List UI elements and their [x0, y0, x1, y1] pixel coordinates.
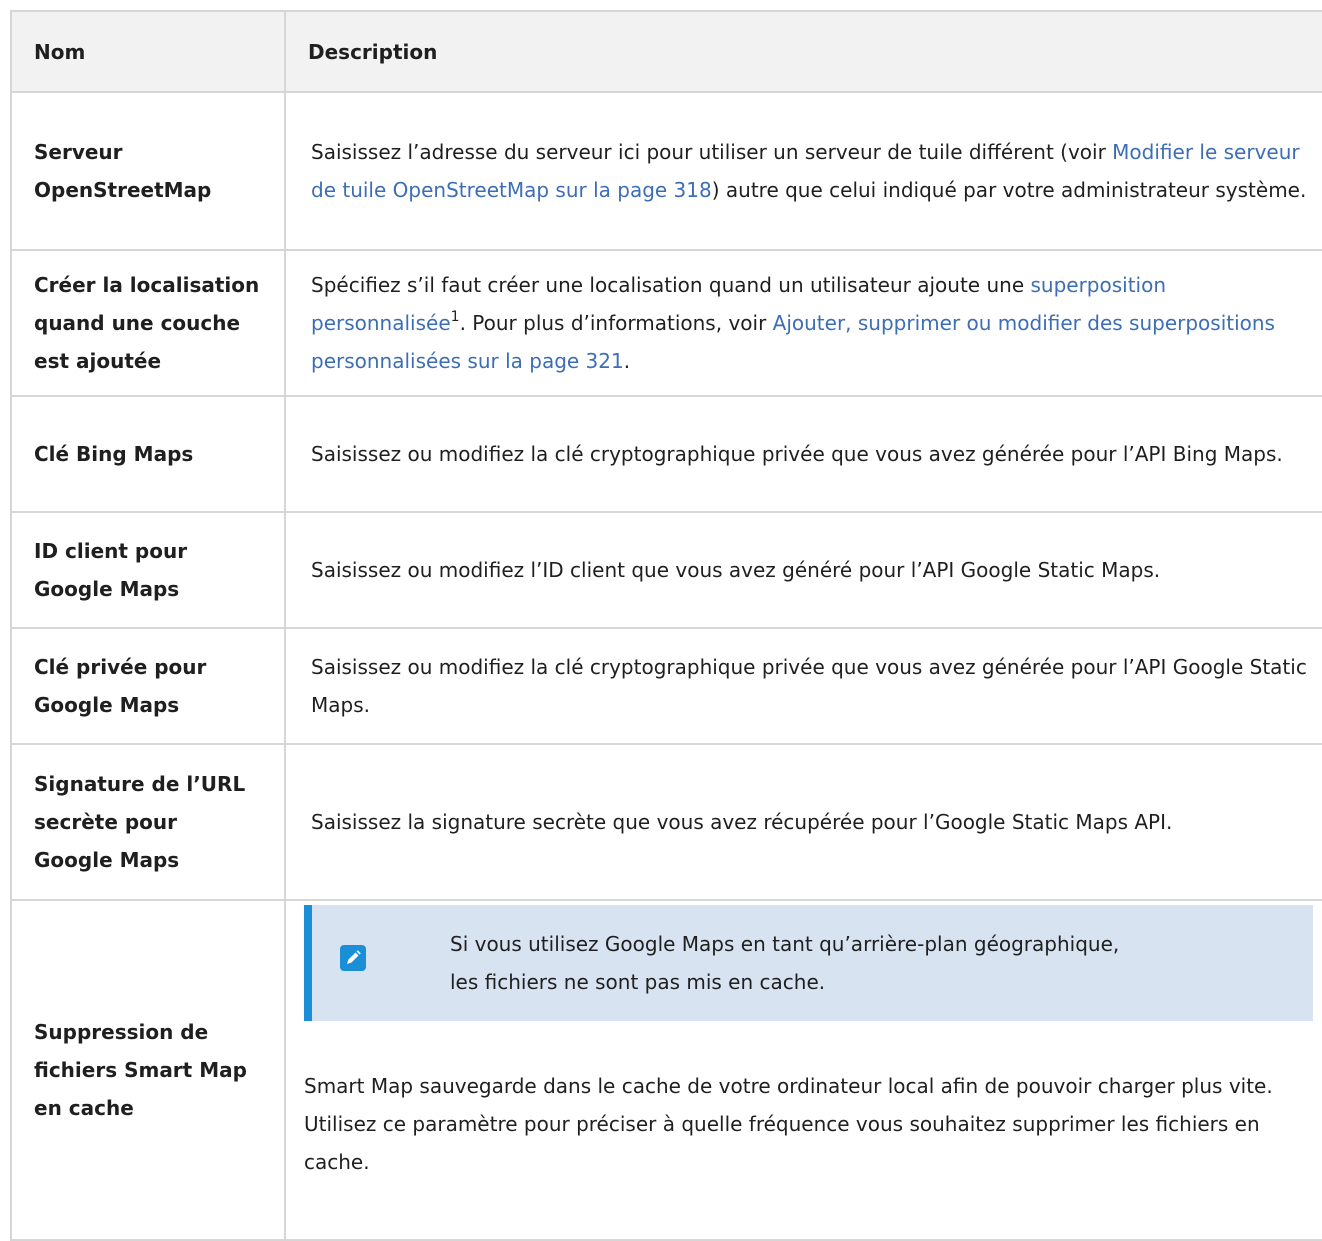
row-description: Spécifiez s’il faut créer une localisati…: [284, 249, 1322, 397]
header-description: Description: [284, 10, 1322, 93]
row-description: Saisissez l’adresse du serveur ici pour …: [284, 91, 1322, 251]
table-row: Serveur OpenStreetMap Saisissez l’adress…: [10, 91, 1322, 251]
row-description: Saisissez la signature secrète que vous …: [284, 743, 1322, 901]
row-name: Clé privée pour Google Maps: [10, 627, 285, 745]
row-name: Suppression de fichiers Smart Map en cac…: [10, 899, 285, 1241]
header-name: Nom: [10, 10, 285, 93]
table-row: Signature de l’URL secrète pour Google M…: [10, 743, 1322, 901]
desc-text: ) autre que celui indiqué par votre admi…: [711, 178, 1307, 202]
row-name: Créer la localisation quand une couche e…: [10, 249, 285, 397]
table-row: Créer la localisation quand une couche e…: [10, 249, 1322, 397]
desc-text: .: [623, 349, 631, 373]
footnote-marker: 1: [450, 309, 460, 325]
note-line: les fichiers ne sont pas mis en cache.: [450, 970, 826, 994]
table-row: Clé privée pour Google Maps Saisissez ou…: [10, 627, 1322, 745]
desc-text: Spécifiez s’il faut créer une localisati…: [311, 273, 1031, 297]
note-callout: Si vous utilisez Google Maps en tant qu’…: [304, 905, 1313, 1021]
row-description: Si vous utilisez Google Maps en tant qu’…: [284, 899, 1322, 1241]
pencil-icon: [340, 945, 366, 971]
row-name: Serveur OpenStreetMap: [10, 91, 285, 251]
row-description: Saisissez ou modifiez la clé cryptograph…: [284, 395, 1322, 513]
note-text: Si vous utilisez Google Maps en tant qu’…: [450, 925, 1119, 1001]
row-description: Saisissez ou modifiez la clé cryptograph…: [284, 627, 1322, 745]
desc-text: Saisissez l’adresse du serveur ici pour …: [311, 140, 1113, 164]
row-name: Signature de l’URL secrète pour Google M…: [10, 743, 285, 901]
note-line: Si vous utilisez Google Maps en tant qu’…: [450, 932, 1120, 956]
table-header-row: Nom Description: [10, 10, 1322, 93]
table-row: Clé Bing Maps Saisissez ou modifiez la c…: [10, 395, 1322, 513]
settings-table: Nom Description Serveur OpenStreetMap Sa…: [10, 10, 1322, 1241]
row-description: Saisissez ou modifiez l’ID client que vo…: [284, 511, 1322, 629]
cache-description: Smart Map sauvegarde dans le cache de vo…: [304, 1074, 1273, 1174]
row-name: ID client pour Google Maps: [10, 511, 285, 629]
row-name: Clé Bing Maps: [10, 395, 285, 513]
table-row: Suppression de fichiers Smart Map en cac…: [10, 899, 1322, 1241]
desc-text: . Pour plus d’informations, voir: [459, 311, 773, 335]
table-row: ID client pour Google Maps Saisissez ou …: [10, 511, 1322, 629]
